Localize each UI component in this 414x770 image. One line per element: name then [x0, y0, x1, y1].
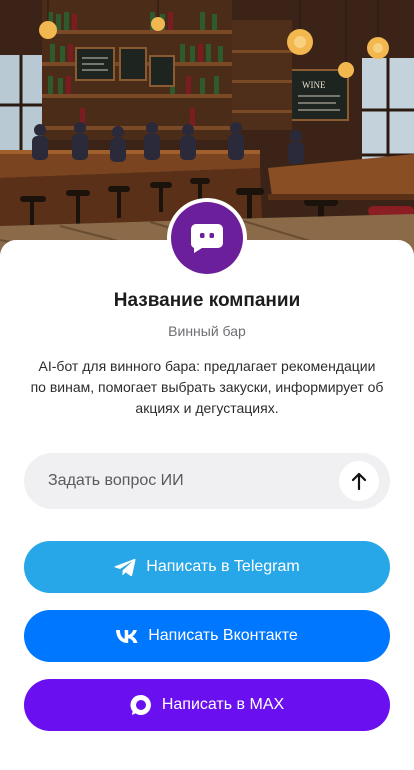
- vk-button[interactable]: Написать Вконтакте: [24, 610, 390, 662]
- chat-landing-page: WINE Название компании Винный бар AI-бот…: [0, 0, 414, 770]
- max-button[interactable]: Написать в MAX: [24, 679, 390, 731]
- ask-ai-input[interactable]: [48, 472, 318, 490]
- telegram-button-label: Написать в Telegram: [146, 558, 300, 575]
- vk-button-label: Написать Вконтакте: [148, 627, 298, 644]
- max-button-label: Написать в MAX: [161, 696, 285, 713]
- vk-icon: [116, 629, 138, 643]
- arrow-up-icon: [351, 472, 367, 490]
- max-icon: [130, 694, 152, 716]
- company-description: AI-бот для винного бара: предлагает реко…: [30, 358, 384, 416]
- send-button[interactable]: [339, 461, 379, 501]
- chat-bot-icon: [171, 202, 243, 274]
- company-type: Винный бар: [168, 323, 246, 339]
- telegram-button[interactable]: Написать в Telegram: [24, 541, 390, 593]
- company-name: Название компании: [113, 290, 301, 311]
- svg-text:WINE: WINE: [302, 80, 326, 90]
- ask-ai-field[interactable]: [24, 453, 390, 509]
- company-avatar: [167, 198, 247, 278]
- telegram-icon: [114, 558, 136, 577]
